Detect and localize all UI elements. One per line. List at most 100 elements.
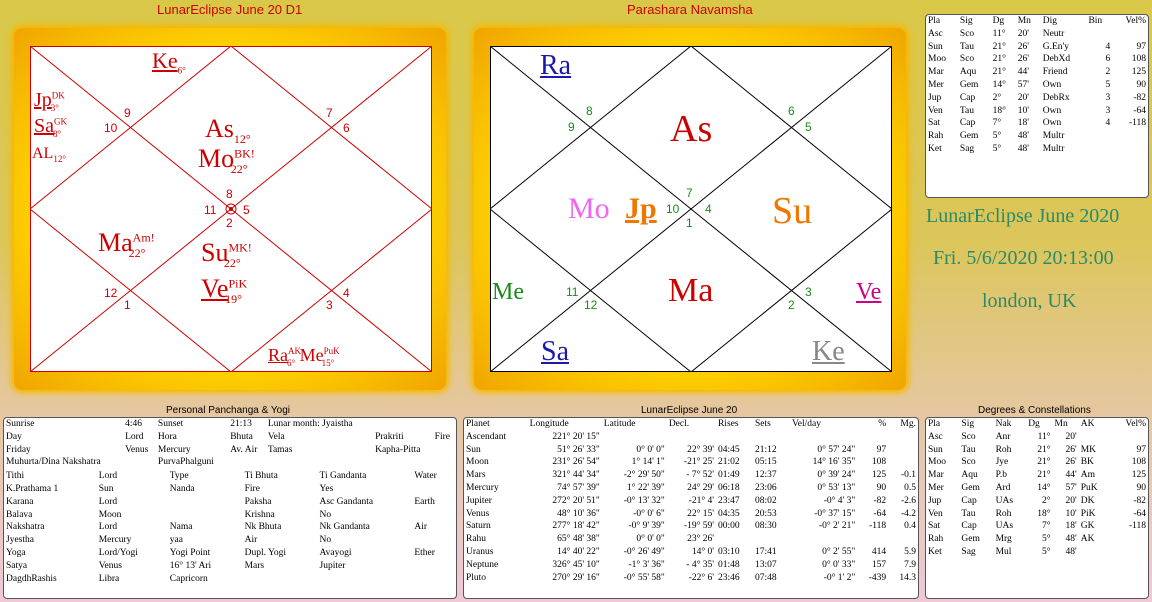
table-row[interactable]: Yoga Lord/Yogi Yogi Point Dupl. Yogi Avayogi… [4,547,456,560]
table-row[interactable]: Uranus 14° 40' 22" -0° 26' 49" 14° 0' 03:10 1… [464,546,918,559]
table-row[interactable]: Sun Tau 21° 26' G.En'y 4 97 [926,41,1148,54]
navamsha-chart-grid[interactable] [490,46,892,372]
table-cell: 20' [1065,495,1077,506]
table-row[interactable]: Sun 51° 26' 33" 0° 0' 0" 22° 39' 04:45 21:12 0… [464,444,918,457]
column-header: Mn [1054,419,1068,429]
nav-planet-sa[interactable]: Sa [541,338,569,366]
table-cell: Tau [961,444,976,455]
table-cell: -439 [868,572,887,583]
table-row[interactable]: Ascendant 221° 20' 15" [464,431,918,444]
table-row[interactable]: Pluto 270° 29' 16" -0° 55' 58" -22° 6' 23:46… [464,572,918,585]
d1-planet-sa[interactable]: SaGK8° [34,116,67,139]
table-row[interactable]: Jyestha Mercury yaa Air No [4,534,456,547]
table-cell: 326° 45' 10" [552,559,600,570]
d1-planet-ke[interactable]: Ke6° [152,50,186,75]
table-row[interactable]: Ven Tau Roh 18° 10' PiK -64 [926,508,1148,521]
table-row[interactable]: Jup Cap UAs 2° 20' DK -82 [926,495,1148,508]
table-row[interactable]: Sat Cap UAs 7° 18' GK -118 [926,520,1148,533]
column-header: Planet [466,419,490,429]
table-row[interactable]: DagdhRashis Libra Capricorn [4,573,456,586]
table-row[interactable]: Asc Sco 11° 20' Neutr [926,28,1148,41]
column-header: Longitude [529,419,569,429]
table-cell: 5° [1041,546,1051,557]
nav-planet-su[interactable]: Su [772,192,812,230]
table-row[interactable]: Muhurta/Dina Nakshatra PurvaPhalguni [4,456,456,469]
d1-planet-al[interactable]: AL12° [32,146,66,164]
table-row[interactable]: Mar Aqu 21° 44' Friend 2 125 [926,66,1148,79]
d1-planet-ma[interactable]: MaAm!22° [98,230,155,260]
table-row[interactable]: Friday Venus Mercury Av. Air Tamas Kapha-Pitt… [4,444,456,457]
table-row[interactable]: Mercury 74° 57' 39" 1° 22' 39" 24° 29' 06:18… [464,482,918,495]
table-row[interactable]: Ket Sag Mul 5° 48' [926,546,1148,559]
table-row[interactable]: K.Prathama 1 Sun Nanda Fire Yes [4,483,456,496]
table-cell: 125 [871,470,887,481]
table-row[interactable]: Moo Sco Jye 21° 26' BK 108 [926,456,1148,469]
table-row[interactable]: Jup Cap 2° 20' DebRx 3 -82 [926,92,1148,105]
table-cell: Vela [267,431,285,442]
table-row[interactable]: Venus 48° 10' 36" -0° 0' 6" 22° 15' 04:35 20:… [464,508,918,521]
table-row[interactable]: Nakshatra Lord Nama Nk Bhuta Nk Gandanta Air [4,521,456,534]
table-cell: Mars [466,470,486,481]
nav-planet-mo[interactable]: Mo [568,194,610,224]
table-cell: Capricorn [169,573,208,584]
table-cell: Lord/Yogi [98,547,138,558]
nav-planet-me[interactable]: Me [492,280,524,304]
table-cell: 0° 57' 24" [817,444,856,455]
table-row[interactable]: Day Lord Hora Bhuta Vela Prakriti Fire [4,431,456,444]
column-header: Mg. [900,419,916,429]
table-cell [228,456,266,469]
table-row[interactable]: Jupiter 272° 20' 51" -0° 13' 32" -21° 4' 23:… [464,495,918,508]
table-row[interactable]: Mer Gem Ard 14° 57' PuK 90 [926,482,1148,495]
table-row[interactable]: Moo Sco 21° 26' DebXd 6 108 [926,53,1148,66]
d1-planet-as[interactable]: As12° [205,116,251,146]
d1-chart-grid[interactable] [30,46,432,372]
table-row[interactable]: Balava Moon Krishna No [4,509,456,522]
nav-planet-ma[interactable]: Ma [668,274,713,308]
table-cell: Mercury [466,482,499,493]
nav-planet-as[interactable]: As [670,110,712,148]
nav-planet-ke[interactable]: Ke [812,338,845,366]
table-cell: Mercury [157,444,191,455]
d1-planet-su[interactable]: SuMK!22° [201,240,252,270]
nav-planet-jp[interactable]: Jp [625,194,657,224]
table-cell: Satya [6,560,28,571]
col-vel: Vel% [1125,16,1146,26]
table-cell: -2° 29' 50" [623,470,665,481]
table-cell [433,418,456,431]
table-cell: DK [1080,495,1095,506]
table-row[interactable]: Sun Tau Roh 21° 26' MK 97 [926,444,1148,457]
table-cell: 23:06 [754,482,777,493]
table-row[interactable]: Moon 231° 26' 54" 1° 14' 1" -21° 25' 21:02 05… [464,456,918,469]
table-row[interactable]: Neptune 326° 45' 10" -1° 3' 36" - 4° 35' 01:… [464,559,918,572]
table-row[interactable]: Mars 321° 44' 34" -2° 29' 50" - 7° 52' 01:49… [464,469,918,482]
nav-planet-ra[interactable]: Ra [540,52,571,80]
col-pla: Pla [928,16,941,26]
table-cell: Fire [244,483,260,494]
table-row[interactable]: Saturn 277° 18' 42" -0° 9' 39" -19° 59' 00:0… [464,520,918,533]
table-row[interactable]: Rah Gem 5° 48' Multr [926,130,1148,143]
table-row[interactable]: Ket Sag 5° 48' Multr [926,143,1148,156]
d1-planet-ve[interactable]: VePiK19° [201,276,247,306]
table-row[interactable]: Sat Cap 7° 18' Own 4 -118 [926,117,1148,130]
table-row[interactable]: Tithi Lord Type Ti Bhuta Ti Gandanta Water [4,470,456,483]
table-cell: 48' [1065,546,1077,557]
table-row[interactable]: Sunrise 4:46 Sunset 21:13 Lunar month: Jyais… [4,418,456,431]
table-cell: 5° [992,131,1002,142]
table-row[interactable]: Ven Tau 18° 10' Own 3 -64 [926,105,1148,118]
table-cell: Sun [928,444,943,455]
table-row[interactable]: Asc Sco Anr 11° 20' [926,431,1148,444]
nav-planet-ve[interactable]: Ve [856,280,881,304]
d1-planet-ra-me[interactable]: RaAK6° MePuK15° [268,346,340,368]
table-row[interactable]: Rahu 65° 48' 38" 0° 0' 0" 23° 26' [464,533,918,546]
table-row[interactable]: Rah Gem Mrg 5° 48' AK [926,533,1148,546]
table-row[interactable]: Satya Venus 16° 13' Ari Mars Jupiter [4,560,456,573]
table-cell: 14° 0' [691,546,714,557]
table-row[interactable]: Karana Lord Paksha Asc Gandanta Earth [4,496,456,509]
table-row[interactable]: Mer Gem 14° 57' Own 5 90 [926,79,1148,92]
table-row[interactable]: Mar Aqu P.b 21° 44' Am 125 [926,469,1148,482]
table-cell [716,431,753,444]
d1-planet-mo[interactable]: MoBK!22° [198,146,255,176]
d1-planet-jp[interactable]: JpDK3° [34,90,65,113]
table-cell: 01:48 [717,559,740,570]
table-cell: Friend [1042,67,1068,78]
